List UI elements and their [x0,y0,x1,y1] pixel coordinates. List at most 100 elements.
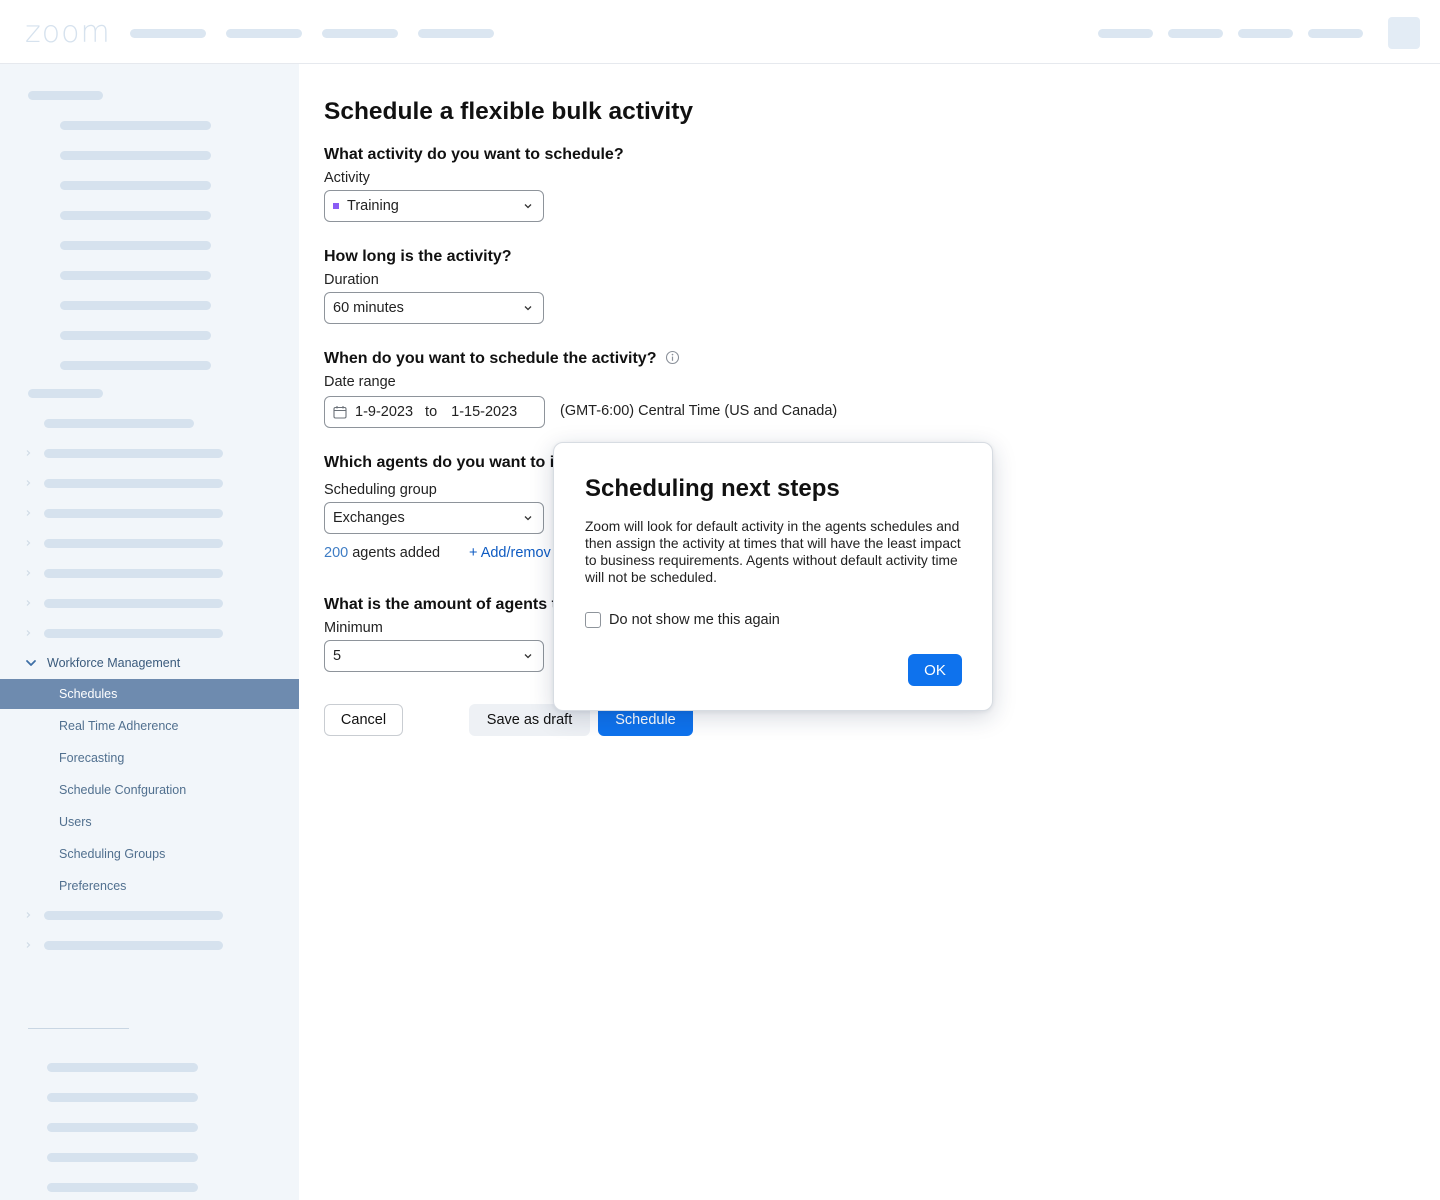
activity-question: What activity do you want to schedule? [324,146,624,163]
duration-question: How long is the activity? [324,248,512,265]
agents-count[interactable]: 200 [324,545,348,561]
ok-button[interactable]: OK [908,654,962,686]
sidebar-section-label: Workforce Management [47,656,181,670]
minimum-select[interactable]: 5 [324,640,544,672]
nav-placeholder [130,29,206,38]
sidebar-placeholder [47,1123,198,1132]
date-question-text: When do you want to schedule the activit… [324,350,657,367]
scheduling-group-select[interactable]: Exchanges [324,502,544,534]
do-not-show-again-option[interactable]: Do not show me this again [585,612,780,628]
activity-label: Activity [324,170,370,186]
date-range-end: 1-15-2023 [451,404,518,420]
sidebar-placeholder [44,569,223,578]
nav-placeholder [322,29,398,38]
sidebar-item-schedules[interactable]: Schedules [0,679,299,709]
sidebar-placeholder [60,361,211,370]
sidebar-item-forecasting[interactable]: Forecasting [0,743,299,773]
nav-placeholder [226,29,302,38]
zoom-logo[interactable]: zoom [25,18,111,48]
duration-select-value: 60 minutes [333,300,404,316]
scheduling-next-steps-dialog: Scheduling next steps Zoom will look for… [553,442,993,711]
sidebar-placeholder [60,211,211,220]
date-range-start: 1-9-2023 [355,404,414,420]
sidebar: Workforce Management Schedules Real Time… [0,64,299,1200]
header-link-placeholder [1308,29,1363,38]
sidebar-placeholder [44,911,223,920]
dialog-body: Zoom will look for default activity in t… [585,519,961,585]
avatar[interactable] [1388,17,1420,49]
sidebar-placeholder [47,1063,198,1072]
header-link-placeholder [1238,29,1293,38]
chevron-right-icon[interactable] [24,479,32,487]
agents-added-text: agents added [352,545,441,561]
chevron-right-icon[interactable] [24,509,32,517]
chevron-down-icon [524,654,532,659]
activity-select[interactable]: Training [324,190,544,222]
nav-placeholder [418,29,494,38]
amount-question: What is the amount of agents t [324,596,557,613]
sidebar-item-users[interactable]: Users [0,807,299,837]
chevron-right-icon[interactable] [24,941,32,949]
page-title: Schedule a flexible bulk activity [324,98,693,125]
sidebar-divider [28,1028,129,1029]
date-range-label: Date range [324,374,396,390]
cancel-button[interactable]: Cancel [324,704,403,736]
info-icon[interactable] [665,350,680,365]
top-bar: zoom [0,0,1440,64]
sidebar-item-schedule-configuration[interactable]: Schedule Confguration [0,775,299,805]
sidebar-item-preferences[interactable]: Preferences [0,871,299,901]
agents-added-summary: 200 agents added [324,545,440,561]
sidebar-section-workforce-management[interactable]: Workforce Management [24,655,180,671]
duration-select[interactable]: 60 minutes [324,292,544,324]
chevron-down-icon [524,204,532,209]
sidebar-placeholder [44,629,223,638]
minimum-select-value: 5 [333,648,342,664]
agents-question: Which agents do you want to in [324,454,564,471]
dialog-title: Scheduling next steps [585,475,840,502]
chevron-right-icon[interactable] [24,539,32,547]
activity-color-swatch [333,203,339,209]
sidebar-placeholder [44,599,223,608]
scheduling-group-label: Scheduling group [324,482,437,498]
sidebar-placeholder [44,419,194,428]
add-remove-agents-link[interactable]: + Add/remov [469,545,551,561]
chevron-down-icon [524,516,532,521]
chevron-right-icon[interactable] [24,629,32,637]
do-not-show-again-label: Do not show me this again [609,612,780,628]
header-link-placeholder [1168,29,1223,38]
sidebar-placeholder [47,1153,198,1162]
header-link-placeholder [1098,29,1153,38]
sidebar-placeholder [47,1183,198,1192]
sidebar-placeholder [44,509,223,518]
sidebar-placeholder [47,1093,198,1102]
sidebar-placeholder [28,389,103,398]
activity-select-value: Training [347,198,399,214]
date-question: When do you want to schedule the activit… [324,350,680,368]
date-range-separator: to [425,404,438,420]
sidebar-item-real-time-adherence[interactable]: Real Time Adherence [0,711,299,741]
do-not-show-again-checkbox[interactable] [585,612,601,628]
sidebar-placeholder [60,151,211,160]
duration-label: Duration [324,272,379,288]
sidebar-placeholder [60,271,211,280]
scheduling-group-value: Exchanges [333,510,405,526]
date-range-picker[interactable]: 1-9-2023 to 1-15-2023 [324,396,545,428]
sidebar-placeholder [60,301,211,310]
sidebar-placeholder [44,479,223,488]
sidebar-placeholder [28,91,103,100]
sidebar-placeholder [60,241,211,250]
chevron-right-icon[interactable] [24,449,32,457]
sidebar-placeholder [44,539,223,548]
sidebar-item-scheduling-groups[interactable]: Scheduling Groups [0,839,299,869]
sidebar-placeholder [44,941,223,950]
sidebar-placeholder [60,331,211,340]
minimum-label: Minimum [324,620,383,636]
chevron-right-icon[interactable] [24,911,32,919]
chevron-down-icon [26,660,36,666]
chevron-right-icon[interactable] [24,599,32,607]
chevron-right-icon[interactable] [24,569,32,577]
sidebar-placeholder [44,449,223,458]
sidebar-placeholder [60,121,211,130]
calendar-icon [333,406,347,419]
sidebar-placeholder [60,181,211,190]
